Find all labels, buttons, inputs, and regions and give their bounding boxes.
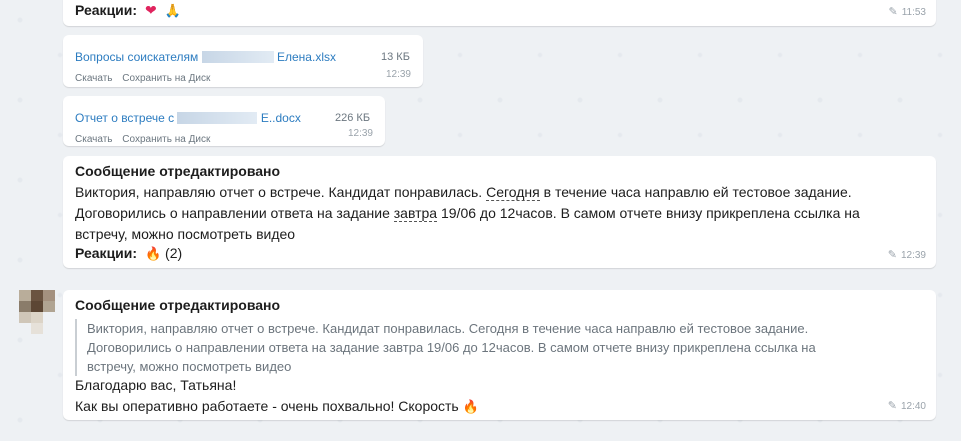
quote-line: встречу, можно посмотреть видео xyxy=(87,359,292,374)
redacted-text xyxy=(177,112,258,124)
message-line: Благодарю вас, Татьяна! xyxy=(75,377,237,393)
reactions-label: Реакции: xyxy=(75,2,138,18)
text-span: 19/06 до 12часов. В самом отчете внизу п… xyxy=(437,205,860,221)
folded-hands-icon[interactable]: 🙏 xyxy=(165,3,181,18)
message-text: Благодарю вас, Татьяна! Как вы оперативн… xyxy=(75,375,925,417)
download-link[interactable]: Скачать xyxy=(75,73,113,84)
fire-icon: 🔥 xyxy=(462,399,479,414)
date-link-today[interactable]: Сегодня xyxy=(486,184,540,201)
file-actions: Скачать Сохранить на Диск xyxy=(75,73,217,84)
download-link[interactable]: Скачать xyxy=(75,134,113,145)
message-bubble[interactable]: Сообщение отредактировано Виктория, напр… xyxy=(63,156,936,268)
message-time: ✎ 11:53 xyxy=(888,6,926,18)
fire-icon: 🔥 xyxy=(144,246,162,261)
edited-message-title: Сообщение отредактировано xyxy=(75,163,281,179)
file-name-prefix: Вопросы соискателям xyxy=(75,50,199,64)
file-actions: Скачать Сохранить на Диск xyxy=(75,134,217,145)
message-line: Договорились о направлении ответа на зад… xyxy=(75,203,925,224)
message-line: Виктория, направляю отчет о встрече. Кан… xyxy=(75,182,925,203)
file-name-prefix: Отчет о встрече с xyxy=(75,111,175,125)
red-heart-icon[interactable]: ❤ xyxy=(145,2,157,18)
pencil-icon: ✎ xyxy=(887,400,897,412)
file-name-link[interactable]: Отчет о встрече с Е..docx xyxy=(75,111,301,125)
file-message-bubble[interactable]: Отчет о встрече с Е..docx 226 КБ Скачать… xyxy=(63,96,385,146)
file-size: 13 КБ xyxy=(381,51,410,63)
message-bubble[interactable]: Реакции: ❤ 🙏 ✎ 11:53 xyxy=(63,0,936,26)
file-name-suffix: Елена.xlsx xyxy=(277,50,336,64)
text-span: Виктория, направляю отчет о встрече. Кан… xyxy=(75,184,487,200)
redacted-text xyxy=(201,51,274,63)
file-message-bubble[interactable]: Вопросы соискателям Елена.xlsx 13 КБ Ска… xyxy=(63,35,423,87)
message-text: Виктория, направляю отчет о встрече. Кан… xyxy=(75,182,925,245)
reactions-label: Реакции: xyxy=(75,245,138,261)
message-time: 12:39 xyxy=(385,69,411,80)
pencil-icon: ✎ xyxy=(888,6,898,18)
text-span: Договорились о направлении ответа на зад… xyxy=(75,205,394,221)
quote-line: Договорились о направлении ответа на зад… xyxy=(87,340,816,355)
message-time: ✎ 12:40 xyxy=(887,400,926,412)
sender-avatar[interactable] xyxy=(19,290,55,334)
file-name-link[interactable]: Вопросы соискателям Елена.xlsx xyxy=(75,50,336,64)
quote-line: Виктория, направляю отчет о встрече. Кан… xyxy=(87,321,809,336)
text-span: в течение часа направлю ей тестовое зада… xyxy=(539,184,852,200)
date-link-tomorrow[interactable]: завтра xyxy=(393,205,438,222)
save-to-disk-link[interactable]: Сохранить на Диск xyxy=(122,134,210,145)
reaction-count: (2) xyxy=(165,245,183,261)
message-line: встречу, можно посмотреть видео xyxy=(75,226,296,242)
message-time: 12:39 xyxy=(347,128,373,139)
message-time: ✎ 12:39 xyxy=(887,249,926,261)
file-size: 226 КБ xyxy=(335,112,371,124)
text-span: Как вы оперативно работаете - очень похв… xyxy=(75,398,459,414)
reactions-row: Реакции: 🔥 (2) xyxy=(75,245,182,262)
save-to-disk-link[interactable]: Сохранить на Диск xyxy=(122,73,210,84)
edited-message-title: Сообщение отредактировано xyxy=(75,297,281,313)
message-bubble[interactable]: Сообщение отредактировано Виктория, напр… xyxy=(63,290,936,420)
reaction-chip[interactable]: 🔥 (2) xyxy=(145,245,182,261)
reactions-row: Реакции: ❤ 🙏 xyxy=(75,2,181,19)
message-line: Как вы оперативно работаете - очень похв… xyxy=(75,396,925,417)
file-name-suffix: Е..docx xyxy=(260,111,301,125)
quoted-message[interactable]: Виктория, направляю отчет о встрече. Кан… xyxy=(75,319,937,376)
pencil-icon: ✎ xyxy=(887,249,897,261)
